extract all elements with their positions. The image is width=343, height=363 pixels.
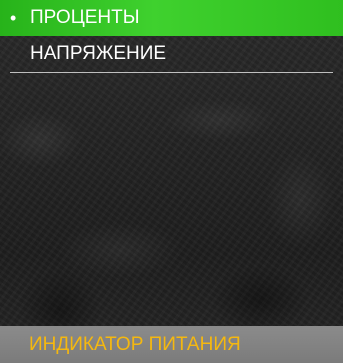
selected-bullet-icon: • — [10, 7, 17, 28]
options-menu: • ПРОЦЕНТЫ НАПРЯЖЕНИЕ — [0, 0, 343, 73]
footer-bar: ИНДИКАТОР ПИТАНИЯ — [0, 326, 343, 363]
menu-item-percent[interactable]: • ПРОЦЕНТЫ — [0, 0, 343, 36]
menu-divider — [10, 72, 333, 73]
menu-item-label: НАПРЯЖЕНИЕ — [30, 43, 167, 64]
menu-item-label: ПРОЦЕНТЫ — [30, 7, 140, 28]
screen-title: ИНДИКАТОР ПИТАНИЯ — [29, 333, 241, 355]
battery-indicator-screen: • ПРОЦЕНТЫ НАПРЯЖЕНИЕ ИНДИКАТОР ПИТАНИЯ — [0, 0, 343, 363]
menu-item-voltage[interactable]: НАПРЯЖЕНИЕ — [0, 36, 343, 72]
